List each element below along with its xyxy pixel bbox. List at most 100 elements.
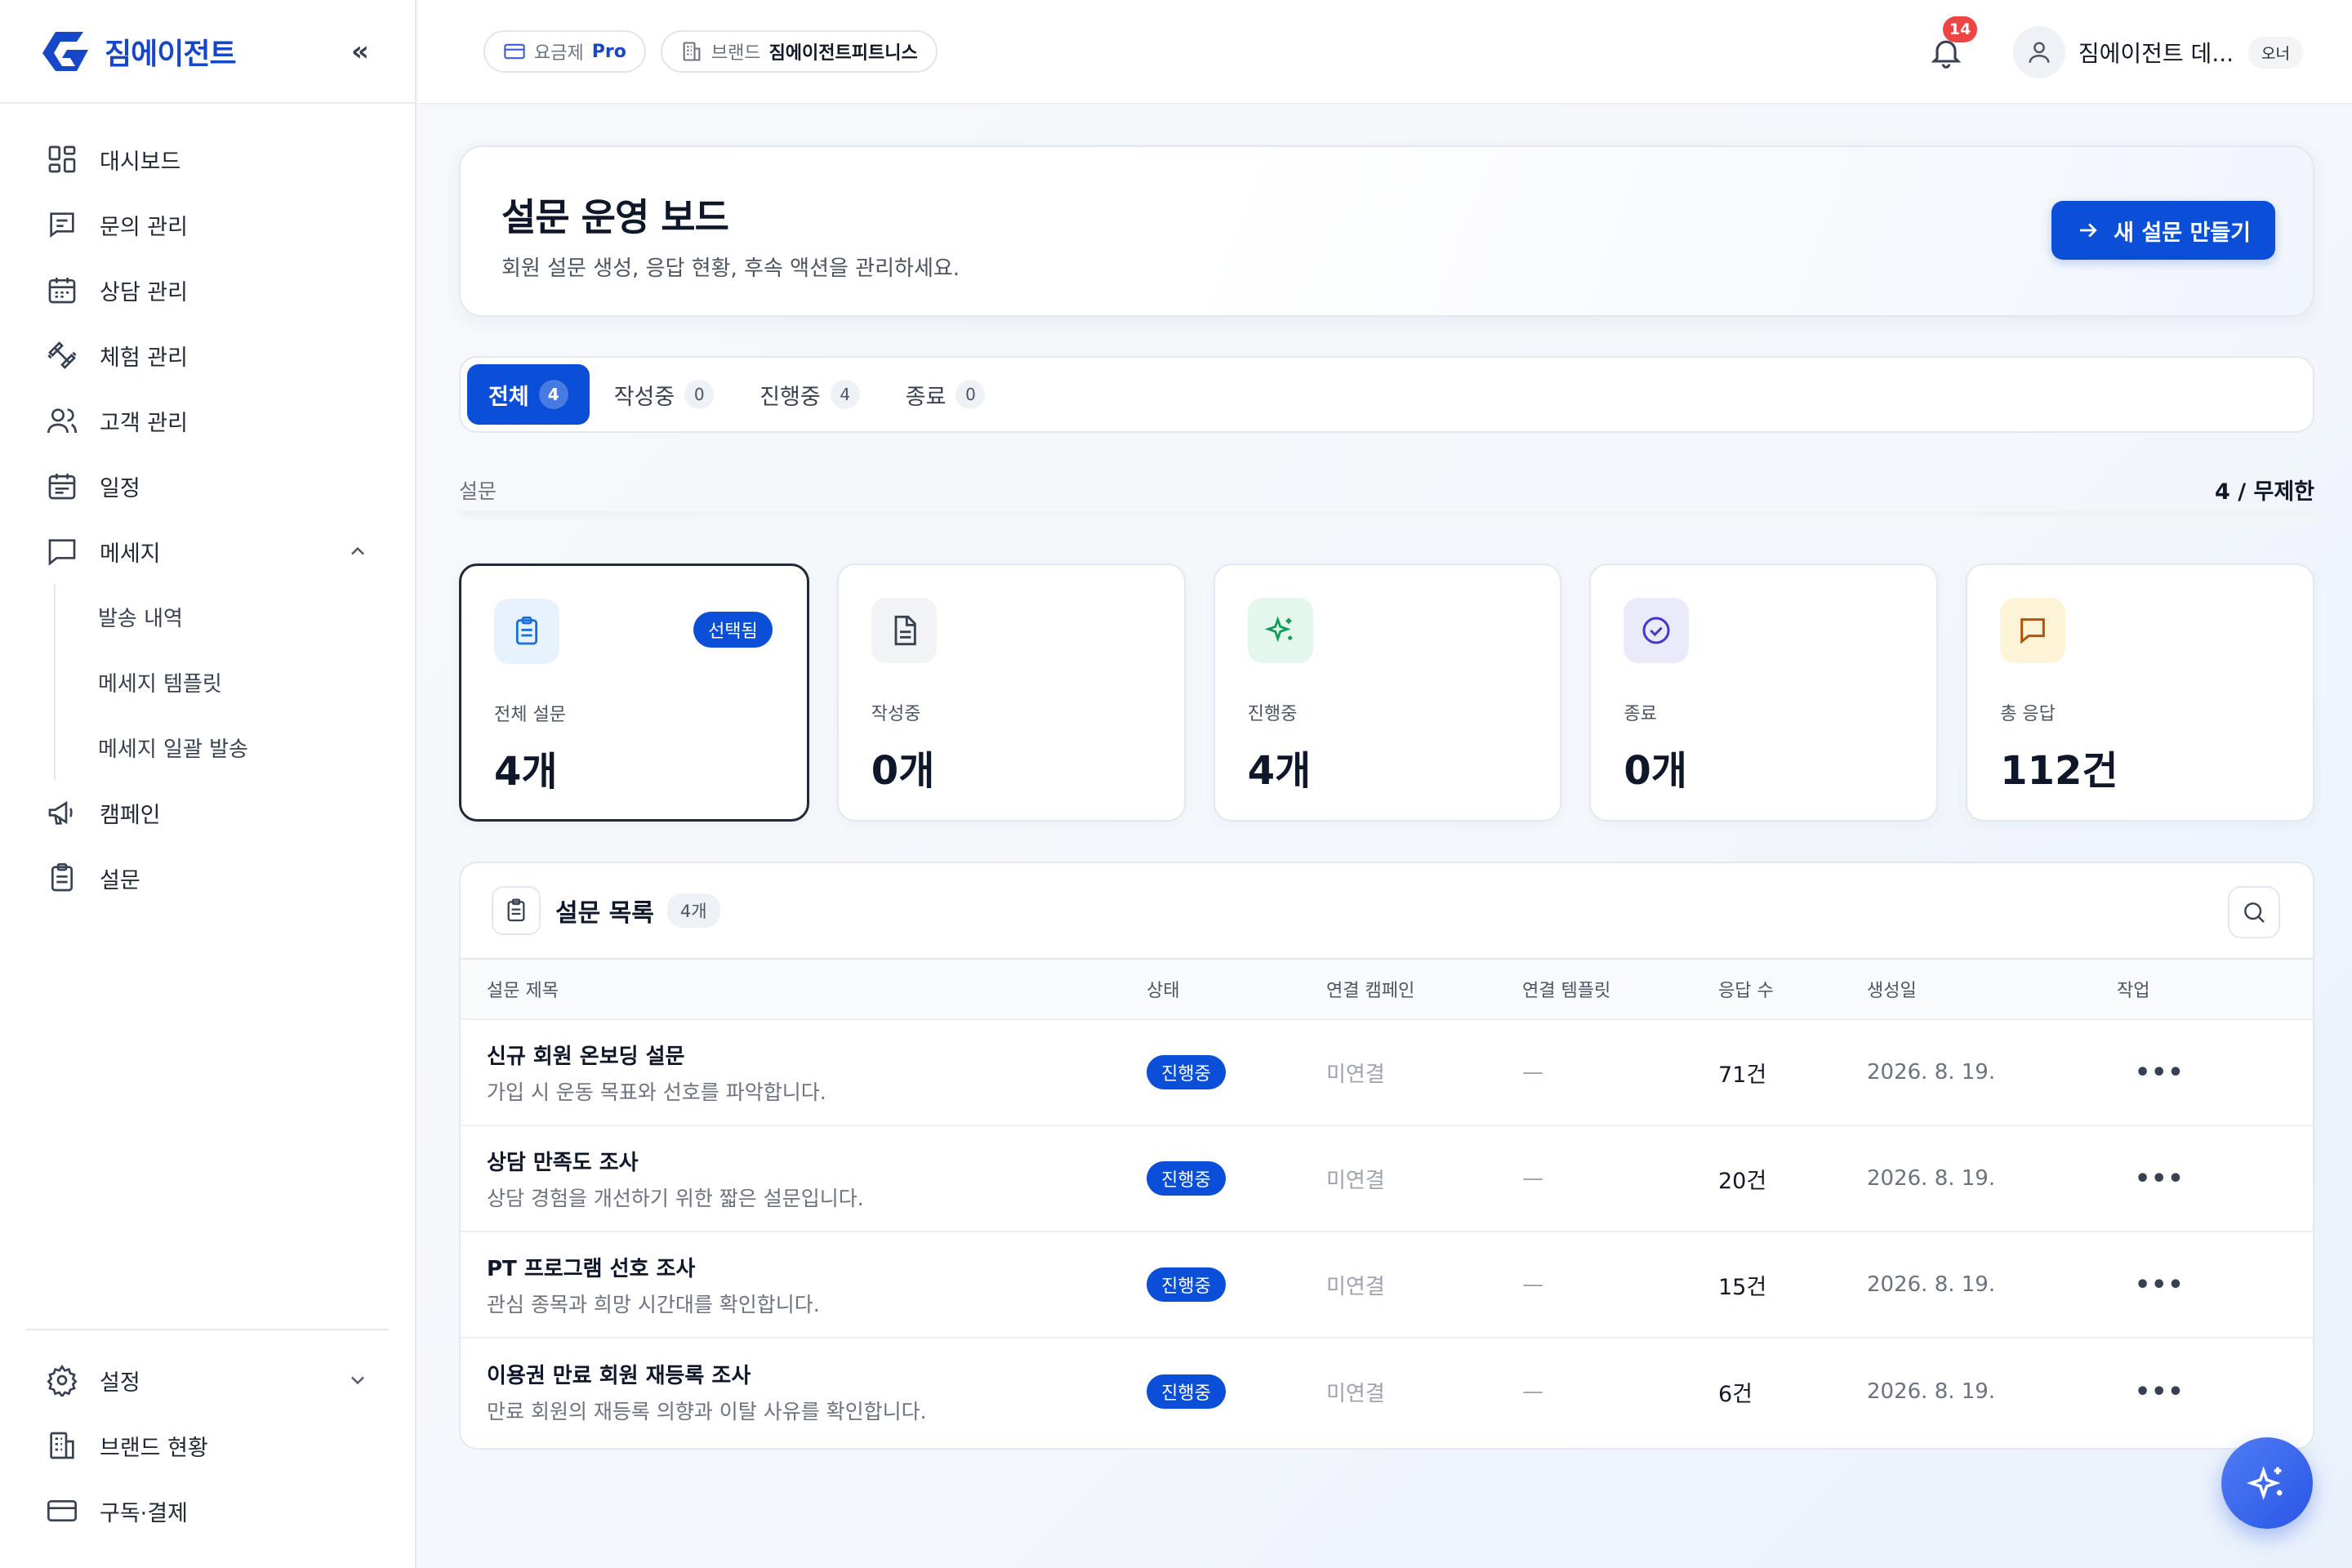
table-row[interactable]: 이용권 만료 회원 재등록 조사 만료 회원의 재등록 의향과 이탈 사유를 확… xyxy=(461,1339,2313,1445)
brand-chip[interactable]: 브랜드 짐에이전트피트니스 xyxy=(660,30,938,73)
sidebar-item-dashboard[interactable]: 대시보드 xyxy=(0,127,415,192)
status-badge: 진행중 xyxy=(1147,1267,1226,1302)
column-header-campaign[interactable]: 연결 캠페인 xyxy=(1326,976,1522,1002)
survey-list-title: 설문 목록 xyxy=(555,899,654,928)
sidebar-item-label: 메세지 xyxy=(100,541,161,567)
main-content: 설문 운영 보드 회원 설문 생성, 응답 현황, 후속 액션을 관리하세요. … xyxy=(418,106,2352,1568)
ai-assistant-button[interactable] xyxy=(2221,1437,2313,1529)
chevron-down-icon[interactable] xyxy=(346,1369,369,1392)
sidebar-item-label: 설정 xyxy=(100,1370,140,1396)
new-survey-button[interactable]: 새 설문 만들기 xyxy=(2051,201,2275,260)
created-date: 2026. 8. 19. xyxy=(1867,1060,1996,1085)
column-header-status[interactable]: 상태 xyxy=(1147,976,1326,1002)
stat-value: 4개 xyxy=(494,749,558,795)
sidebar-item-label: 체험 관리 xyxy=(100,345,188,371)
more-actions-button[interactable]: ••• xyxy=(2117,1165,2185,1193)
table-row[interactable]: 신규 회원 온보딩 설문 가입 시 운동 목표와 선호를 파악합니다. 진행중 … xyxy=(461,1020,2313,1126)
column-header-created[interactable]: 생성일 xyxy=(1867,976,2117,1002)
tab-draft[interactable]: 작성중 0 xyxy=(593,364,736,425)
sidebar-item-subscription[interactable]: 구독·결제 xyxy=(0,1478,415,1544)
sidebar-item-label: 일정 xyxy=(100,475,140,501)
stat-value: 112건 xyxy=(2000,748,2118,794)
sidebar-item-message[interactable]: 메세지 xyxy=(0,519,415,584)
megaphone-icon xyxy=(48,800,73,825)
selected-badge: 선택됨 xyxy=(693,612,773,648)
status-badge: 진행중 xyxy=(1147,1374,1226,1409)
credit-card-icon xyxy=(504,43,525,60)
survey-title[interactable]: PT 프로그램 선호 조사 xyxy=(487,1252,1147,1282)
tab-count: 4 xyxy=(538,380,568,409)
linked-campaign: 미연결 xyxy=(1326,1381,1385,1406)
chat-icon xyxy=(2000,598,2066,663)
stat-card-draft[interactable]: 작성중 0개 xyxy=(836,564,1186,822)
created-date: 2026. 8. 19. xyxy=(1867,1379,1996,1404)
chevron-up-icon[interactable] xyxy=(346,540,369,563)
more-actions-button[interactable]: ••• xyxy=(2117,1271,2185,1299)
tab-count: 4 xyxy=(830,380,860,409)
avatar[interactable] xyxy=(2012,26,2065,78)
notification-button[interactable]: 14 xyxy=(1928,16,1978,70)
sidebar-item-settings[interactable]: 설정 xyxy=(0,1348,415,1413)
topbar-right: 14 짐에이전트 데... 오너 xyxy=(1928,0,2303,105)
collapse-sidebar-button[interactable]: « xyxy=(351,35,369,68)
table-row[interactable]: 상담 만족도 조사 상담 경험을 개선하기 위한 짧은 설문입니다. 진행중 미… xyxy=(461,1126,2313,1232)
sidebar-item-brand-status[interactable]: 브랜드 현황 xyxy=(0,1413,415,1478)
search-button[interactable] xyxy=(2228,886,2280,938)
sidebar-item-survey[interactable]: 설문 xyxy=(0,845,415,911)
sidebar-item-customers[interactable]: 고객 관리 xyxy=(0,388,415,453)
stat-value: 0개 xyxy=(871,748,935,794)
stat-card-responses[interactable]: 총 응답 112건 xyxy=(1966,564,2314,822)
more-actions-button[interactable]: ••• xyxy=(2117,1058,2185,1087)
building-icon xyxy=(50,1432,74,1459)
stat-label: 종료 xyxy=(1624,704,1657,724)
response-count: 71건 xyxy=(1718,1062,1767,1088)
tab-label: 종료 xyxy=(905,384,947,410)
survey-title[interactable]: 신규 회원 온보딩 설문 xyxy=(487,1040,1147,1070)
sidebar-item-label: 문의 관리 xyxy=(100,214,188,240)
sidebar-nav: 대시보드 문의 관리 상담 관리 체험 관리 고객 관리 일정 메세지 발송 내… xyxy=(0,104,415,911)
linked-template: — xyxy=(1522,1166,1544,1191)
sidebar-item-consult[interactable]: 상담 관리 xyxy=(0,257,415,323)
check-circle-icon xyxy=(1624,598,1690,663)
tab-closed[interactable]: 종료 0 xyxy=(884,364,1007,425)
tab-all[interactable]: 전체 4 xyxy=(467,364,590,425)
survey-quota: 4 / 무제한 xyxy=(2215,479,2314,505)
page-subtitle: 회원 설문 생성, 응답 현황, 후속 액션을 관리하세요. xyxy=(501,256,960,281)
linked-template: — xyxy=(1522,1379,1544,1404)
survey-description: 가입 시 운동 목표와 선호를 파악합니다. xyxy=(487,1080,826,1104)
brand-logo[interactable]: 짐에이전트 xyxy=(38,29,237,74)
stat-card-active[interactable]: 진행중 4개 xyxy=(1213,564,1562,822)
clipboard-icon xyxy=(492,886,541,935)
credit-card-icon xyxy=(47,1500,77,1521)
response-count: 20건 xyxy=(1718,1168,1767,1194)
more-actions-button[interactable]: ••• xyxy=(2117,1378,2185,1406)
document-icon xyxy=(871,598,937,663)
sidebar-subitem-bulk-send[interactable]: 메세지 일괄 발송 xyxy=(56,715,415,780)
tab-count: 0 xyxy=(956,380,986,409)
stat-card-closed[interactable]: 종료 0개 xyxy=(1589,564,1939,822)
sidebar-subitem-message-template[interactable]: 메세지 템플릿 xyxy=(56,649,415,715)
sidebar-item-inquiry[interactable]: 문의 관리 xyxy=(0,192,415,257)
sidebar-item-trial[interactable]: 체험 관리 xyxy=(0,323,415,388)
sidebar-item-campaign[interactable]: 캠페인 xyxy=(0,780,415,845)
sidebar-item-schedule[interactable]: 일정 xyxy=(0,453,415,519)
sidebar-item-label: 고객 관리 xyxy=(100,410,188,436)
column-header-title[interactable]: 설문 제목 xyxy=(461,976,1147,1002)
user-name[interactable]: 짐에이전트 데... xyxy=(2078,36,2234,69)
survey-title[interactable]: 상담 만족도 조사 xyxy=(487,1146,1147,1176)
tab-active[interactable]: 진행중 4 xyxy=(738,364,881,425)
created-date: 2026. 8. 19. xyxy=(1867,1166,1996,1191)
plan-chip[interactable]: 요금제 Pro xyxy=(483,30,646,73)
sidebar-subitem-send-history[interactable]: 발송 내역 xyxy=(56,584,415,649)
tab-label: 작성중 xyxy=(613,384,675,410)
stat-label: 진행중 xyxy=(1247,704,1298,724)
column-header-responses[interactable]: 응답 수 xyxy=(1718,976,1867,1002)
stat-card-total[interactable]: 선택됨 전체 설문 4개 xyxy=(459,564,809,822)
clipboard-icon xyxy=(494,599,559,664)
survey-title[interactable]: 이용권 만료 회원 재등록 조사 xyxy=(487,1359,1147,1389)
column-header-template[interactable]: 연결 템플릿 xyxy=(1522,976,1718,1002)
linked-campaign: 미연결 xyxy=(1326,1274,1385,1299)
quota-bar xyxy=(459,511,2314,521)
table-row[interactable]: PT 프로그램 선호 조사 관심 종목과 희망 시간대를 확인합니다. 진행중 … xyxy=(461,1232,2313,1339)
plan-value: Pro xyxy=(591,41,626,62)
